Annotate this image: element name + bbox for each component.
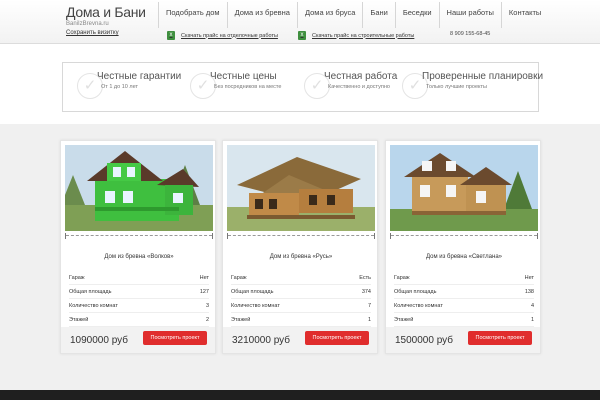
dimension-ruler [390, 233, 538, 241]
ruler-line [228, 235, 374, 236]
feature-subtitle: Только лучшие проекты [426, 84, 487, 90]
phone-number: 8 909 155-68-45 [450, 31, 491, 37]
spec-label: Этажей [231, 317, 251, 323]
product-price: 3210000 руб [232, 335, 290, 346]
feature-subtitle: От 1 до 10 лет [101, 84, 138, 90]
ruler-tick [212, 233, 213, 239]
spec-row: Количество комнат 3 [69, 299, 209, 313]
spec-row: Гараж Нет [69, 271, 209, 285]
ruler-tick [374, 233, 375, 239]
spec-label: Общая площадь [231, 289, 274, 295]
download-construction-price-label: Скачать прайс на строительные работы [312, 32, 415, 39]
product-card-volkov: Дом из бревна «Волков» Гараж Нет Общая пл… [60, 140, 216, 354]
spec-value: 374 [361, 289, 371, 295]
ruler-tick [65, 233, 66, 239]
ruler-line [391, 235, 537, 236]
spec-value: 138 [524, 289, 534, 295]
spec-row: Общая площадь 127 [69, 285, 209, 299]
spec-row: Количество комнат 4 [394, 299, 534, 313]
spec-label: Гараж [69, 275, 85, 281]
nav-item-saunas[interactable]: Бани [362, 2, 394, 28]
download-finishing-price-link[interactable]: x Скачать прайс на отделочные работы [167, 31, 278, 40]
spec-row: Количество комнат 7 [231, 299, 371, 313]
logo-title: Дома и Бани [66, 4, 146, 20]
spec-label: Гараж [231, 275, 247, 281]
ruler-tick [227, 233, 228, 239]
view-project-button[interactable]: Посмотреть проект [143, 331, 207, 345]
spec-value: Нет [199, 275, 209, 281]
spec-value: 1 [367, 317, 371, 323]
spec-value: 4 [530, 303, 534, 309]
feature-title: Честные гарантии [97, 71, 182, 82]
download-finishing-price-label: Скачать прайс на отделочные работы [181, 32, 278, 39]
spec-value: Есть [359, 275, 371, 281]
spec-row: Этажей 1 [394, 313, 534, 327]
spec-value: 3 [205, 303, 209, 309]
spec-row: Общая площадь 374 [231, 285, 371, 299]
spec-label: Общая площадь [69, 289, 112, 295]
spec-value: 127 [199, 289, 209, 295]
house-photo[interactable] [390, 145, 538, 231]
spec-value: 7 [367, 303, 371, 309]
spec-label: Количество комнат [394, 303, 443, 309]
ruler-tick [537, 233, 538, 239]
spec-row: Этажей 1 [231, 313, 371, 327]
spec-label: Этажей [69, 317, 89, 323]
site-logo[interactable]: Дома и Бани BaniIzBrevna.ru [66, 4, 146, 27]
spec-row: Этажей 2 [69, 313, 209, 327]
spec-row: Общая площадь 138 [394, 285, 534, 299]
logo-subtitle: BaniIzBrevna.ru [66, 21, 109, 27]
product-price: 1090000 руб [70, 335, 128, 346]
card-footer: 1500000 руб Посмотреть проект [386, 327, 540, 353]
house-photo[interactable] [227, 145, 375, 231]
features-box: ✓ Честные гарантии От 1 до 10 лет ✓ Чест… [62, 62, 543, 112]
house-photo[interactable] [65, 145, 213, 231]
nav-item-log-houses[interactable]: Дома из бревна [226, 2, 297, 28]
feature-title: Проверенные планировки [422, 71, 544, 82]
spec-table: Гараж Есть Общая площадь 374 Количество ко… [231, 271, 371, 327]
dimension-ruler [227, 233, 375, 241]
spec-label: Количество комнат [231, 303, 280, 309]
view-project-button[interactable]: Посмотреть проект [305, 331, 369, 345]
nav-item-contacts[interactable]: Контакты [500, 2, 548, 28]
feature-subtitle: Качественно и доступно [328, 84, 390, 90]
excel-icon: x [167, 31, 175, 40]
nav-item-our-works[interactable]: Наши работы [438, 2, 501, 28]
spec-label: Количество комнат [69, 303, 118, 309]
product-price: 1500000 руб [395, 335, 453, 346]
feature-subtitle: Без посредников на месте [214, 84, 282, 90]
product-title: Дом из бревна «Волков» [104, 254, 174, 260]
view-project-button[interactable]: Посмотреть проект [468, 331, 532, 345]
product-card-svetlana: Дом из бревна «Светлана» Гараж Нет Общая … [385, 140, 541, 354]
spec-label: Гараж [394, 275, 410, 281]
spec-table: Гараж Нет Общая площадь 127 Количество ком… [69, 271, 209, 327]
spec-label: Этажей [394, 317, 414, 323]
main-nav: Подобрать дом Дома из бревна Дома из бру… [158, 2, 548, 28]
dimension-ruler [65, 233, 213, 241]
save-card-link[interactable]: Сохранить визитку [66, 30, 119, 36]
spec-table: Гараж Нет Общая площадь 138 Количество ком… [394, 271, 534, 327]
ruler-tick [390, 233, 391, 239]
product-card-rus: Дом из бревна «Русь» Гараж Есть Общая пло… [222, 140, 378, 354]
spec-label: Общая площадь [394, 289, 437, 295]
card-footer: 3210000 руб Посмотреть проект [223, 327, 377, 353]
download-construction-price-link[interactable]: x Скачать прайс на строительные работы [298, 31, 414, 40]
site-header: Дома и Бани BaniIzBrevna.ru Подобрать до… [0, 0, 600, 44]
product-title: Дом из бревна «Русь» [269, 254, 333, 260]
nav-item-timber-houses[interactable]: Дома из бруса [296, 2, 362, 28]
spec-value: 1 [530, 317, 534, 323]
nav-item-pick-house[interactable]: Подобрать дом [158, 2, 227, 28]
spec-row: Гараж Есть [231, 271, 371, 285]
feature-title: Честная работа [324, 71, 398, 82]
excel-icon: x [298, 31, 306, 40]
product-title: Дом из бревна «Светлана» [425, 254, 502, 260]
feature-title: Честные цены [210, 71, 277, 82]
nav-item-gazebos[interactable]: Беседки [394, 2, 439, 28]
spec-value: 2 [205, 317, 209, 323]
spec-value: Нет [524, 275, 534, 281]
ruler-line [66, 235, 212, 236]
spec-row: Гараж Нет [394, 271, 534, 285]
footer-bar [0, 390, 600, 400]
card-footer: 1090000 руб Посмотреть проект [61, 327, 215, 353]
